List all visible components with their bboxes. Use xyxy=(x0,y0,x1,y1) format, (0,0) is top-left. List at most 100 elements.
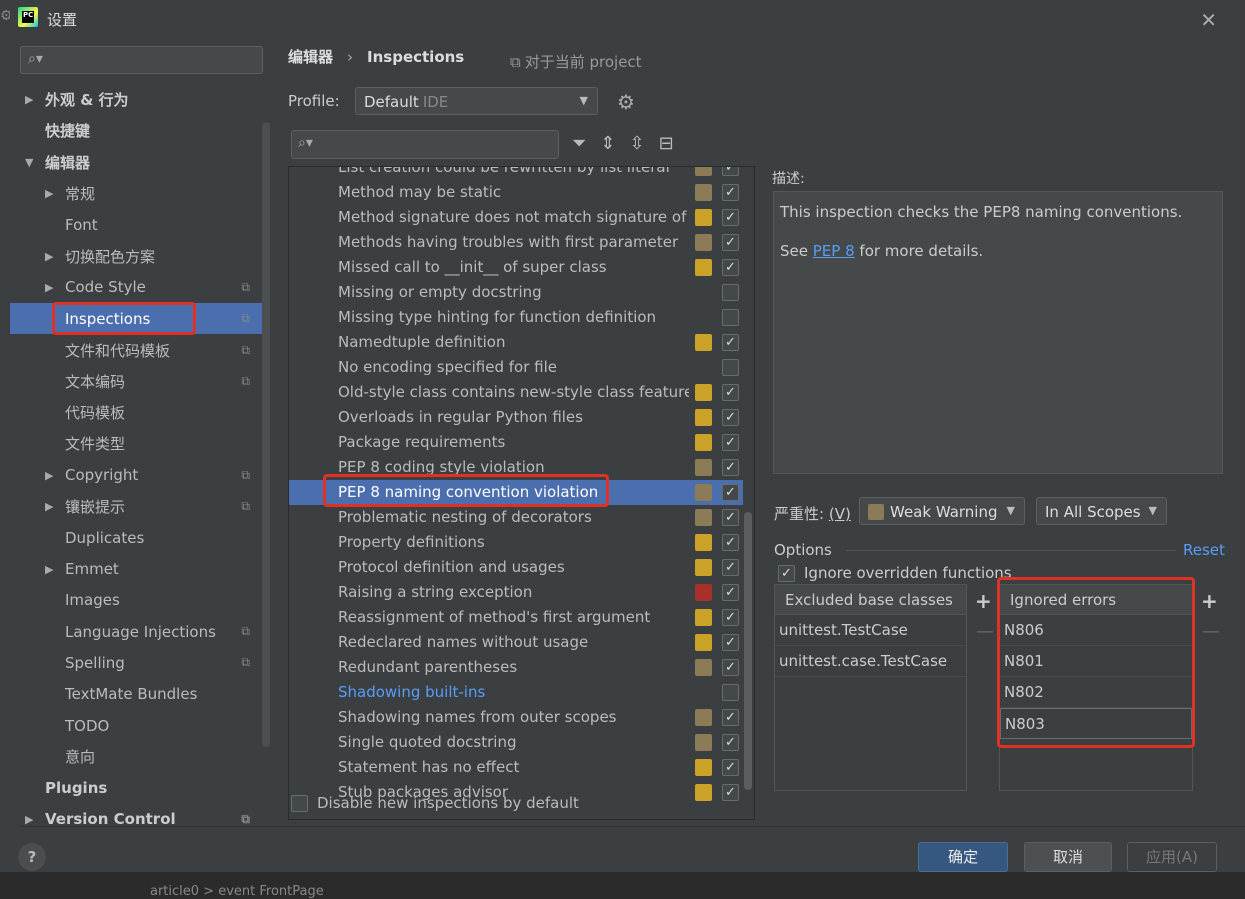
chevron-right-icon[interactable]: ▶ xyxy=(45,187,53,200)
collapse-all-icon[interactable]: ⇳ xyxy=(630,133,645,154)
inspection-checkbox[interactable]: ✓ xyxy=(722,433,739,451)
inspection-checkbox[interactable]: ✓ xyxy=(722,608,739,626)
ignore-overridden-row[interactable]: ✓ Ignore overridden functions xyxy=(778,564,1012,582)
inspection-checkbox[interactable]: ✓ xyxy=(722,633,739,651)
pep8-link[interactable]: PEP 8 xyxy=(813,242,855,260)
inspection-checkbox[interactable]: ✓ xyxy=(722,733,739,751)
sidebar-item[interactable]: Language Injections ⧉ xyxy=(10,616,268,647)
profile-dropdown[interactable]: Default IDE ▼ xyxy=(355,87,598,115)
sidebar-scrollbar[interactable] xyxy=(262,122,270,747)
inspection-checkbox[interactable]: ✓ xyxy=(722,483,739,501)
help-button[interactable]: ? xyxy=(18,843,46,871)
sidebar-item[interactable]: TODO xyxy=(10,710,268,741)
inspection-checkbox[interactable]: ✓ xyxy=(722,167,739,176)
inspection-row[interactable]: Protocol definition and usages ✓ xyxy=(289,555,743,580)
sidebar-item[interactable]: ▶ Version Control ⧉ xyxy=(10,804,268,835)
sidebar-item[interactable]: ▶ 外观 & 行为 xyxy=(10,84,268,115)
inspection-row[interactable]: Problematic nesting of decorators ✓ xyxy=(289,505,743,530)
excluded-row[interactable]: unittest.TestCase xyxy=(775,615,966,646)
sidebar-item[interactable]: ▶ Emmet xyxy=(10,553,268,584)
sidebar-item[interactable]: Duplicates xyxy=(10,522,268,553)
apply-button[interactable]: 应用(A) xyxy=(1127,842,1217,872)
inspection-checkbox[interactable]: ✓ xyxy=(722,458,739,476)
inspection-checkbox[interactable]: ✓ xyxy=(722,708,739,726)
severity-dropdown[interactable]: Weak Warning ▼ xyxy=(859,497,1025,525)
sidebar-item[interactable]: Font xyxy=(10,209,268,240)
inspection-row[interactable]: Method signature does not match signatur… xyxy=(289,205,743,230)
sidebar-item[interactable]: 文件和代码模板 ⧉ xyxy=(10,334,268,365)
inspection-row[interactable]: Method may be static ✓ xyxy=(289,180,743,205)
sidebar-item[interactable]: 代码模板 xyxy=(10,397,268,428)
reset-link[interactable]: Reset xyxy=(1183,541,1225,559)
inspection-checkbox[interactable]: ✓ xyxy=(722,583,739,601)
inspection-row[interactable]: Methods having troubles with first param… xyxy=(289,230,743,255)
inspection-row[interactable]: Overloads in regular Python files ✓ xyxy=(289,405,743,430)
inspection-checkbox[interactable]: ✓ xyxy=(722,333,739,351)
ignored-row[interactable]: N803 xyxy=(1000,708,1192,739)
inspection-list-scrollbar[interactable] xyxy=(744,512,752,790)
inspection-checkbox[interactable]: ✓ xyxy=(722,383,739,401)
inspection-row[interactable]: Shadowing built-ins xyxy=(289,680,743,705)
expand-all-icon[interactable]: ⇕ xyxy=(600,133,615,154)
chevron-right-icon[interactable]: ▶ xyxy=(45,563,53,576)
inspection-row[interactable]: Statement has no effect ✓ xyxy=(289,755,743,780)
inspection-row[interactable]: Namedtuple definition ✓ xyxy=(289,330,743,355)
inspection-row[interactable]: Property definitions ✓ xyxy=(289,530,743,555)
inspection-row[interactable]: Shadowing names from outer scopes ✓ xyxy=(289,705,743,730)
chevron-right-icon[interactable]: ▶ xyxy=(45,500,53,513)
disable-new-row[interactable]: Disable new inspections by default xyxy=(291,794,579,812)
inspection-search-input[interactable]: ⌕▾ xyxy=(291,130,559,159)
inspection-checkbox[interactable] xyxy=(722,283,739,301)
add-excluded-icon[interactable]: + xyxy=(975,589,992,613)
reset-to-empty-icon[interactable]: ⊟ xyxy=(659,133,674,154)
inspection-row[interactable]: Single quoted docstring ✓ xyxy=(289,730,743,755)
inspection-checkbox[interactable]: ✓ xyxy=(722,758,739,776)
inspection-checkbox[interactable]: ✓ xyxy=(722,408,739,426)
sidebar-item[interactable]: Inspections ⧉ xyxy=(10,303,268,335)
ignored-row[interactable]: N802 xyxy=(1000,677,1192,708)
inspection-row[interactable]: Missing or empty docstring xyxy=(289,280,743,305)
ok-button[interactable]: 确定 xyxy=(918,842,1008,872)
sidebar-item[interactable]: TextMate Bundles xyxy=(10,679,268,710)
inspection-row[interactable]: Redeclared names without usage ✓ xyxy=(289,630,743,655)
chevron-right-icon[interactable]: ▶ xyxy=(45,250,53,263)
inspection-checkbox[interactable] xyxy=(722,683,739,701)
inspection-row[interactable]: PEP 8 naming convention violation ✓ xyxy=(289,479,743,505)
sidebar-item[interactable]: ▶ 镶嵌提示 ⧉ xyxy=(10,491,268,522)
ignore-overridden-checkbox[interactable]: ✓ xyxy=(778,564,795,582)
add-ignored-icon[interactable]: + xyxy=(1201,589,1218,613)
sidebar-search-input[interactable]: ⌕▾ xyxy=(20,46,263,74)
inspection-checkbox[interactable] xyxy=(722,358,739,376)
remove-excluded-icon[interactable]: — xyxy=(976,621,994,642)
chevron-down-icon[interactable]: ▼ xyxy=(25,156,33,169)
cancel-button[interactable]: 取消 xyxy=(1024,842,1112,872)
filter-icon[interactable]: ⏷ xyxy=(572,133,586,154)
inspection-checkbox[interactable]: ✓ xyxy=(722,658,739,676)
inspection-checkbox[interactable]: ✓ xyxy=(722,558,739,576)
inspection-checkbox[interactable]: ✓ xyxy=(722,208,739,226)
sidebar-item[interactable]: 快捷键 xyxy=(10,115,268,146)
sidebar-item[interactable]: 文本编码 ⧉ xyxy=(10,366,268,397)
chevron-right-icon[interactable]: ▶ xyxy=(25,93,33,106)
inspection-row[interactable]: Package requirements ✓ xyxy=(289,430,743,455)
remove-ignored-icon[interactable]: — xyxy=(1202,621,1220,642)
scope-dropdown[interactable]: In All Scopes ▼ xyxy=(1036,497,1167,525)
chevron-right-icon[interactable]: ▶ xyxy=(45,469,53,482)
inspection-checkbox[interactable]: ✓ xyxy=(722,258,739,276)
sidebar-item[interactable]: Images xyxy=(10,585,268,616)
inspection-row[interactable]: Redundant parentheses ✓ xyxy=(289,655,743,680)
inspection-row[interactable]: Old-style class contains new-style class… xyxy=(289,380,743,405)
chevron-right-icon[interactable]: ▶ xyxy=(25,813,33,826)
sidebar-item[interactable]: 文件类型 xyxy=(10,428,268,459)
inspection-row[interactable]: List creation could be rewritten by list… xyxy=(289,167,743,180)
inspection-row[interactable]: No encoding specified for file xyxy=(289,355,743,380)
inspection-checkbox[interactable]: ✓ xyxy=(722,233,739,251)
inspection-checkbox[interactable]: ✓ xyxy=(722,533,739,551)
sidebar-item[interactable]: Plugins xyxy=(10,773,268,804)
sidebar-item[interactable]: ▶ Code Style ⧉ xyxy=(10,272,268,303)
ignored-row[interactable]: N806 xyxy=(1000,615,1192,646)
inspection-checkbox[interactable]: ✓ xyxy=(722,783,739,801)
close-icon[interactable]: ✕ xyxy=(1200,8,1217,32)
excluded-row[interactable]: unittest.case.TestCase xyxy=(775,646,966,677)
inspection-checkbox[interactable]: ✓ xyxy=(722,183,739,201)
